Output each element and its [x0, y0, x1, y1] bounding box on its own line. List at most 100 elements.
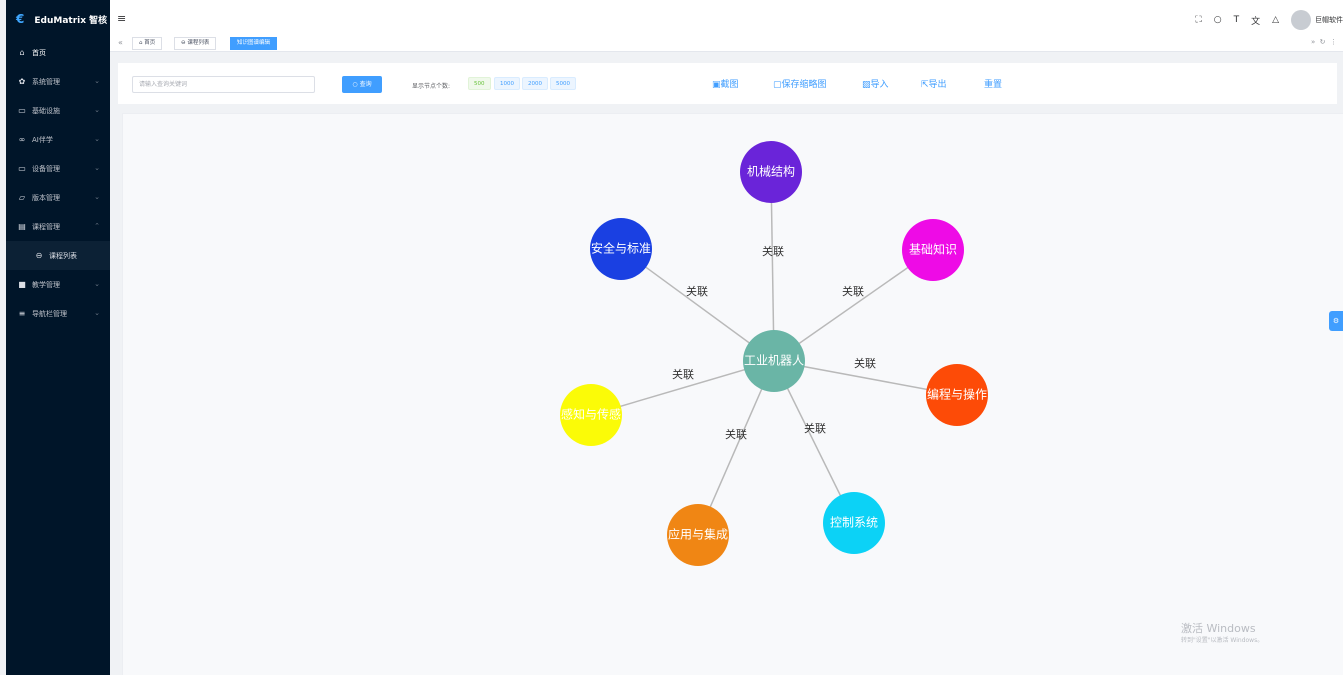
- chevron-down-icon: ⌄: [94, 164, 100, 172]
- node-count-1000[interactable]: 1000: [494, 77, 520, 90]
- sidebar-item-course-list[interactable]: ⊖ 课程列表: [6, 241, 110, 270]
- sidebar-item-label: 基础设施: [32, 106, 60, 115]
- graph-node[interactable]: 基础知识: [902, 219, 964, 281]
- sidebar-item-home[interactable]: ⌂ 首页: [6, 38, 110, 67]
- tag-label: 课程列表: [187, 40, 210, 46]
- translate-icon[interactable]: 文: [1251, 14, 1260, 27]
- graph-node[interactable]: 机械结构: [740, 141, 802, 203]
- chevron-down-icon: ⌄: [94, 106, 100, 114]
- knowledge-graph[interactable]: 关联关联关联关联关联关联关联 工业机器人机械结构基础知识编程与操作控制系统应用与…: [123, 114, 1343, 675]
- chevron-up-icon: ⌃: [94, 222, 100, 230]
- node-count-2000[interactable]: 2000: [522, 77, 548, 90]
- edge-label: 关联: [672, 367, 694, 381]
- header-actions: ⛶ ○ T 文 △ 巨帽软件: [1195, 10, 1343, 30]
- graph-node-center[interactable]: 工业机器人: [743, 330, 805, 392]
- chevron-down-icon: ⌄: [94, 77, 100, 85]
- save-icon: ▢: [773, 80, 782, 90]
- graph-node[interactable]: 感知与传感: [560, 384, 622, 446]
- sidebar-item-teaching[interactable]: ■ 教学管理 ⌄: [6, 270, 110, 299]
- node-label: 感知与传感: [561, 407, 621, 422]
- graph-nodes: 工业机器人 机械结构基础知识编程与操作控制系统应用与集成 感知与传感 安全与标准: [560, 141, 988, 566]
- graph-node[interactable]: 编程与操作: [926, 364, 988, 426]
- save-thumbnail-button[interactable]: ▢保存缩略图: [773, 77, 827, 90]
- avatar[interactable]: [1291, 10, 1311, 30]
- search-button[interactable]: ○ 查询: [342, 76, 382, 93]
- monitor-icon: ▭: [18, 164, 26, 173]
- ai-icon: ∞: [18, 135, 26, 144]
- sidebar-item-courses[interactable]: ▤ 课程管理 ⌃: [6, 212, 110, 241]
- tag-home[interactable]: ⌂ 首页: [132, 37, 163, 50]
- calendar-icon: ▤: [18, 222, 26, 231]
- sidebar-item-label: 导航栏管理: [32, 309, 67, 318]
- export-label: 导出: [928, 80, 947, 90]
- app-title: EduMatrix 智核: [34, 15, 108, 26]
- search-icon[interactable]: ○: [1214, 15, 1222, 25]
- sidebar-item-label: 设备管理: [32, 164, 60, 173]
- sidebar-item-label: 首页: [32, 48, 46, 57]
- windows-watermark-title: 激活 Windows: [1181, 622, 1256, 635]
- graph-node[interactable]: 安全与标准: [590, 218, 652, 280]
- settings-side-tab[interactable]: ⚙: [1329, 311, 1343, 331]
- app-logo[interactable]: € EduMatrix 智核: [6, 0, 110, 38]
- node-label: 工业机器人: [744, 354, 804, 368]
- sidebar-item-ai[interactable]: ∞ AI伴学 ⌄: [6, 125, 110, 154]
- sidebar-item-label: 课程管理: [32, 222, 60, 231]
- monitor-icon: ▭: [18, 106, 26, 115]
- export-icon: ⇱: [921, 80, 929, 90]
- sidebar-item-navbar[interactable]: ≡ 导航栏管理 ⌄: [6, 299, 110, 328]
- screenshot-button[interactable]: ▣截图: [712, 77, 739, 90]
- sidebar-item-devices[interactable]: ▭ 设备管理 ⌄: [6, 154, 110, 183]
- tag-label: 知识图谱编辑: [237, 40, 271, 46]
- hamburger-icon[interactable]: ≡: [117, 12, 126, 25]
- graph-node[interactable]: 控制系统: [823, 492, 885, 554]
- node-label: 编程与操作: [927, 387, 987, 402]
- edge-label: 关联: [854, 356, 876, 370]
- sidebar-item-label: 课程列表: [49, 251, 77, 260]
- node-count-5000[interactable]: 5000: [550, 77, 576, 90]
- chevron-down-icon: ⌄: [94, 309, 100, 317]
- graph-node[interactable]: 应用与集成: [667, 504, 729, 566]
- node-label: 应用与集成: [668, 527, 728, 542]
- logo-icon: €: [16, 12, 25, 26]
- tag-knowledge-graph[interactable]: 知识图谱编辑: [230, 37, 278, 50]
- tag-label: 首页: [144, 40, 156, 46]
- edge-label: 关联: [686, 284, 708, 298]
- home-icon: ⌂: [19, 48, 25, 57]
- edge-label: 关联: [725, 427, 747, 441]
- sidebar-item-infrastructure[interactable]: ▭ 基础设施 ⌄: [6, 96, 110, 125]
- gear-icon: ⚙: [1332, 317, 1340, 325]
- import-button[interactable]: ▨导入: [862, 77, 889, 90]
- tag-actions[interactable]: » ↻ ⋮: [1311, 38, 1337, 46]
- node-label: 基础知识: [909, 243, 957, 257]
- tag-course-list[interactable]: ⊖ 课程列表: [174, 37, 217, 50]
- user-name[interactable]: 巨帽软件: [1315, 15, 1343, 25]
- import-label: 导入: [870, 80, 889, 90]
- scroll-left-icon[interactable]: «: [118, 38, 123, 47]
- folder-icon: ▱: [18, 193, 26, 202]
- image-icon: ▣: [712, 80, 721, 90]
- book-icon: ■: [18, 280, 26, 289]
- font-size-icon[interactable]: T: [1234, 15, 1240, 25]
- node-count-500[interactable]: 500: [468, 77, 491, 90]
- top-header: ≡ ⛶ ○ T 文 △ 巨帽软件: [110, 0, 1343, 36]
- circle-icon: ⊖: [35, 251, 43, 260]
- node-label: 安全与标准: [591, 241, 651, 256]
- sidebar-item-label: 系统管理: [32, 77, 60, 86]
- sidebar: € EduMatrix 智核 ⌂ 首页 ✿ 系统管理 ⌄ ▭ 基础设施 ⌄ ∞ …: [6, 0, 110, 675]
- bell-icon[interactable]: △: [1272, 15, 1279, 25]
- list-icon: ≡: [18, 309, 26, 318]
- reset-button[interactable]: 重置: [984, 77, 1002, 90]
- node-label: 机械结构: [747, 164, 795, 179]
- sidebar-item-system[interactable]: ✿ 系统管理 ⌄: [6, 67, 110, 96]
- search-input[interactable]: 请输入查询关键词: [132, 76, 315, 93]
- windows-watermark-subtitle: 转到"设置"以激活 Windows。: [1181, 637, 1264, 644]
- sidebar-item-versions[interactable]: ▱ 版本管理 ⌄: [6, 183, 110, 212]
- node-count-label: 显示节点个数:: [412, 83, 451, 90]
- graph-canvas[interactable]: 关联 关联 关联 关联 关联 关联 关联 工业机器人 机械结构 基础知识 编程与操作 控制系统 应用与…: [122, 113, 1343, 675]
- chevron-down-icon: ⌄: [94, 280, 100, 288]
- fullscreen-icon[interactable]: ⛶: [1195, 15, 1201, 25]
- search-button-label: 查询: [359, 81, 372, 88]
- export-button[interactable]: ⇱导出: [921, 77, 947, 90]
- sidebar-item-label: 教学管理: [32, 280, 60, 289]
- import-icon: ▨: [862, 80, 871, 90]
